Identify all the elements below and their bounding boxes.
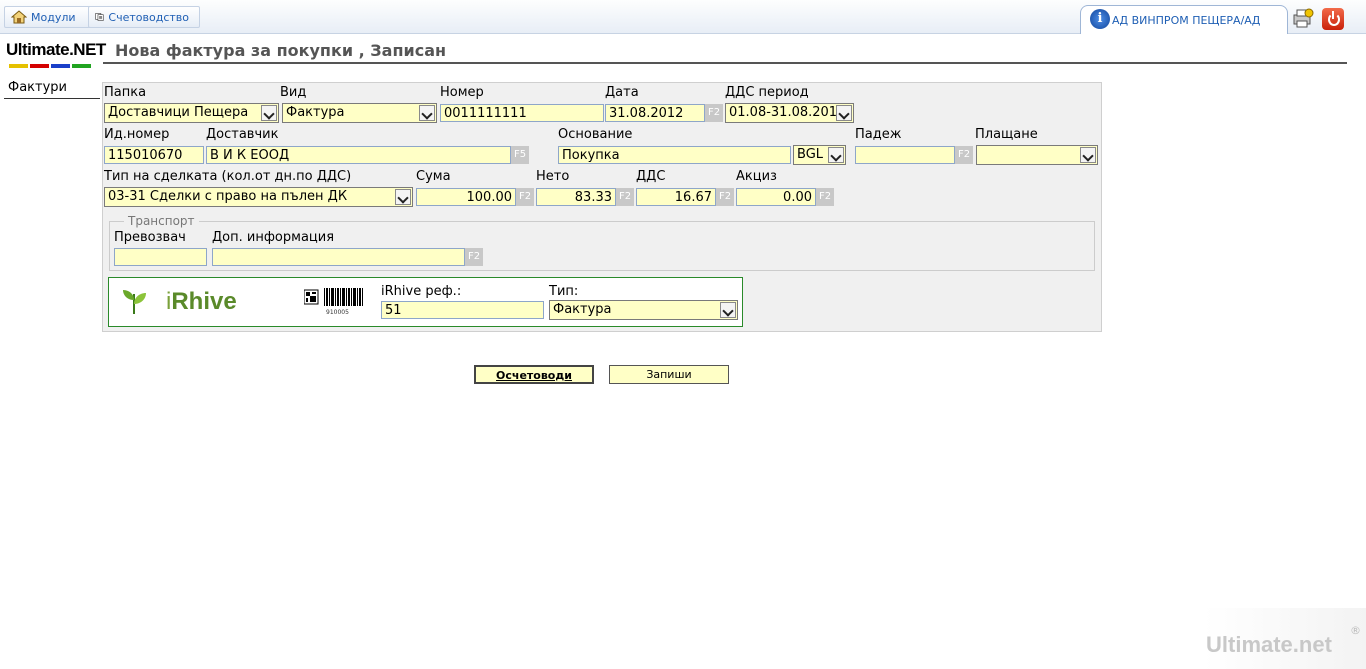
folder-select[interactable]: Доставчици Пещера — [104, 103, 279, 123]
invoice-form: Папка Вид Номер Дата ДДС период Доставчи… — [102, 82, 1102, 332]
page-title: Нова фактура за покупки , Записан — [115, 41, 447, 60]
supplier-label: Доставчик — [206, 127, 279, 142]
deal-type-label: Тип на сделката (кол.от дн.по ДДС) — [104, 169, 352, 184]
carrier-input[interactable] — [114, 248, 207, 266]
deal-type-select[interactable]: 03-31 Сделки с право на пълен ДК — [104, 187, 413, 207]
irhive-ref-label: iRhive реф.: — [381, 284, 462, 299]
logout-icon[interactable] — [1322, 8, 1344, 30]
irhive-panel: iRhive 910005 iRhive реф.: 51 Тип: Факту… — [108, 277, 743, 327]
folder-value: Доставчици Пещера — [108, 105, 249, 120]
chevron-down-icon[interactable] — [1080, 147, 1096, 163]
due-label: Падеж — [855, 127, 902, 142]
chevron-down-icon[interactable] — [419, 105, 435, 121]
id-number-input[interactable]: 115010670 — [104, 146, 204, 164]
carrier-label: Превозвач — [114, 230, 186, 245]
number-label: Номер — [440, 85, 484, 100]
breadcrumb-modules[interactable]: Модули — [4, 6, 94, 28]
kind-select[interactable]: Фактура — [282, 103, 437, 123]
company-name[interactable]: АД ВИНПРОМ ПЕЩЕРА/АД — [1112, 14, 1260, 27]
net-label: Нето — [536, 169, 570, 184]
date-label: Дата — [605, 85, 639, 100]
deal-type-value: 03-31 Сделки с право на пълен ДК — [108, 189, 348, 204]
date-input[interactable]: 31.08.2012 — [605, 104, 705, 122]
breadcrumb-label: Счетоводство — [108, 10, 189, 24]
logo-stripes — [9, 64, 91, 68]
payment-select[interactable] — [976, 145, 1098, 165]
net-f2-button[interactable]: F2 — [616, 188, 634, 206]
logo-stripe — [30, 64, 49, 68]
watermark-text: Ultimate.net — [1206, 632, 1332, 657]
folder-label: Папка — [104, 85, 147, 100]
vat-input[interactable]: 16.67 — [636, 188, 716, 206]
supplier-input[interactable]: В И К ЕООД — [206, 146, 511, 164]
irhive-type-label: Тип: — [549, 284, 579, 299]
chevron-down-icon[interactable] — [828, 147, 844, 163]
barcode-icon — [304, 288, 363, 306]
kind-label: Вид — [280, 85, 307, 100]
leaf-icon — [123, 290, 146, 314]
documents-icon — [95, 13, 104, 21]
app-logo: Ultimate.NET — [5, 38, 106, 72]
kind-value: Фактура — [286, 105, 345, 120]
transport-group: Транспорт Превозвач Доп. информация F2 — [109, 214, 1095, 271]
barcode-number: 910005 — [326, 309, 349, 316]
chevron-down-icon[interactable] — [395, 189, 411, 205]
currency-select[interactable]: BGL — [793, 145, 846, 165]
info-icon[interactable]: i — [1090, 9, 1110, 29]
vat-period-select[interactable]: 01.08-31.08.2012 — [725, 103, 854, 123]
due-input[interactable] — [855, 146, 955, 164]
top-bar: Модули Счетоводство i АД ВИНПРОМ ПЕЩЕРА/… — [0, 0, 1366, 34]
save-button[interactable]: Запиши — [609, 365, 729, 384]
due-f2-button[interactable]: F2 — [955, 146, 973, 164]
sum-input[interactable]: 100.00 — [416, 188, 516, 206]
watermark-reg: ® — [1350, 624, 1361, 637]
sum-f2-button[interactable]: F2 — [516, 188, 534, 206]
payment-label: Плащане — [975, 127, 1038, 142]
basis-input[interactable]: Покупка — [558, 146, 791, 164]
logo-stripe — [72, 64, 91, 68]
sidebar-item-invoices[interactable]: Фактури — [8, 80, 67, 95]
id-number-label: Ид.номер — [104, 127, 170, 142]
extra-info-label: Доп. информация — [212, 230, 335, 245]
net-input[interactable]: 83.33 — [536, 188, 616, 206]
supplier-f5-button[interactable]: F5 — [511, 146, 529, 164]
sidebar-divider — [4, 98, 100, 99]
logo-text: Ultimate.NET — [6, 40, 106, 59]
chevron-down-icon[interactable] — [261, 105, 277, 121]
vat-period-label: ДДС период — [725, 85, 809, 100]
irhive-type-value: Фактура — [553, 302, 612, 317]
number-input[interactable]: 0011111111 — [440, 104, 604, 122]
chevron-down-icon[interactable] — [836, 105, 852, 121]
irhive-logo: iRhive — [166, 288, 237, 316]
chevron-down-icon[interactable] — [720, 302, 736, 318]
date-f2-button[interactable]: F2 — [705, 104, 723, 122]
logo-stripe — [51, 64, 70, 68]
watermark: Ultimate.net ® — [1204, 608, 1366, 669]
home-icon — [11, 10, 27, 24]
breadcrumb-label: Модули — [31, 10, 76, 24]
transport-legend: Транспорт — [124, 214, 199, 228]
vat-f2-button[interactable]: F2 — [716, 188, 734, 206]
irhive-logo-main: Rhive — [171, 288, 237, 315]
basis-label: Основание — [558, 127, 633, 142]
extra-info-f2-button[interactable]: F2 — [465, 248, 483, 266]
extra-info-input[interactable] — [212, 248, 465, 266]
printer-settings-icon[interactable] — [1292, 8, 1314, 28]
vat-label: ДДС — [636, 169, 666, 184]
post-button[interactable]: Осчетоводи — [474, 365, 594, 384]
currency-value: BGL — [797, 147, 824, 162]
excise-input[interactable]: 0.00 — [736, 188, 816, 206]
company-tab[interactable]: i АД ВИНПРОМ ПЕЩЕРА/АД — [1080, 5, 1288, 34]
sum-label: Сума — [416, 169, 451, 184]
vat-period-value: 01.08-31.08.2012 — [729, 105, 846, 120]
title-divider — [103, 62, 1347, 64]
breadcrumb-accounting[interactable]: Счетоводство — [88, 6, 200, 28]
logo-stripe — [9, 64, 28, 68]
irhive-type-select[interactable]: Фактура — [549, 300, 738, 320]
irhive-ref-input[interactable]: 51 — [381, 301, 544, 319]
excise-f2-button[interactable]: F2 — [816, 188, 834, 206]
excise-label: Акциз — [736, 169, 777, 184]
